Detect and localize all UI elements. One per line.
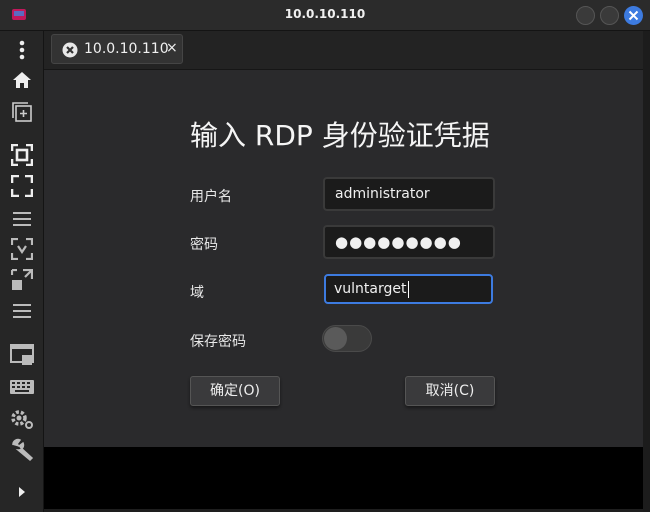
cancel-button[interactable]: 取消(C) bbox=[405, 376, 495, 406]
close-icon bbox=[628, 10, 639, 21]
new-connection-icon[interactable] bbox=[9, 99, 35, 125]
fit-window-icon[interactable] bbox=[9, 142, 35, 168]
sidebar bbox=[0, 31, 44, 512]
fullscreen-icon[interactable] bbox=[9, 173, 35, 199]
scale-icon[interactable] bbox=[9, 267, 35, 293]
expand-icon[interactable] bbox=[9, 479, 35, 505]
remote-display-area bbox=[44, 447, 643, 509]
domain-value: vulntarget bbox=[334, 281, 407, 297]
save-password-toggle[interactable] bbox=[322, 325, 372, 352]
maximize-button[interactable] bbox=[600, 6, 619, 25]
password-label: 密码 bbox=[190, 237, 218, 253]
window-title: 10.0.10.110 bbox=[284, 7, 366, 21]
keyboard-icon[interactable] bbox=[9, 374, 35, 400]
dynamic-resolution-icon[interactable] bbox=[9, 236, 35, 262]
home-icon[interactable] bbox=[9, 67, 35, 93]
password-value: ●●●●●●●●● bbox=[335, 233, 462, 251]
settings-icon[interactable] bbox=[9, 406, 35, 432]
title-bar: 10.0.10.110 bbox=[0, 0, 650, 31]
menu-icon[interactable] bbox=[9, 298, 35, 324]
tab-connection[interactable]: 10.0.10.110 × bbox=[51, 34, 183, 64]
username-input[interactable]: administrator bbox=[323, 177, 495, 211]
toggle-knob bbox=[324, 327, 347, 350]
more-vertical-icon[interactable] bbox=[9, 37, 35, 63]
menu-icon[interactable] bbox=[9, 206, 35, 232]
password-input[interactable]: ●●●●●●●●● bbox=[323, 225, 495, 259]
minimize-button[interactable] bbox=[576, 6, 595, 25]
tab-label: 10.0.10.110 bbox=[84, 41, 169, 57]
connection-icon bbox=[62, 42, 78, 58]
domain-input[interactable]: vulntarget bbox=[324, 274, 493, 304]
tab-bar: 10.0.10.110 × bbox=[44, 31, 643, 70]
tab-close-button[interactable]: × bbox=[166, 40, 178, 56]
dialog-title: 输入 RDP 身份验证凭据 bbox=[190, 119, 490, 152]
right-edge bbox=[643, 31, 650, 512]
username-label: 用户名 bbox=[190, 189, 232, 205]
view-icon[interactable] bbox=[9, 342, 35, 368]
domain-label: 域 bbox=[190, 285, 204, 301]
username-value: administrator bbox=[335, 186, 430, 202]
close-window-button[interactable] bbox=[624, 6, 643, 25]
ok-button[interactable]: 确定(O) bbox=[190, 376, 280, 406]
text-caret bbox=[407, 280, 409, 298]
tools-icon[interactable] bbox=[9, 437, 35, 463]
save-password-label: 保存密码 bbox=[190, 334, 246, 350]
